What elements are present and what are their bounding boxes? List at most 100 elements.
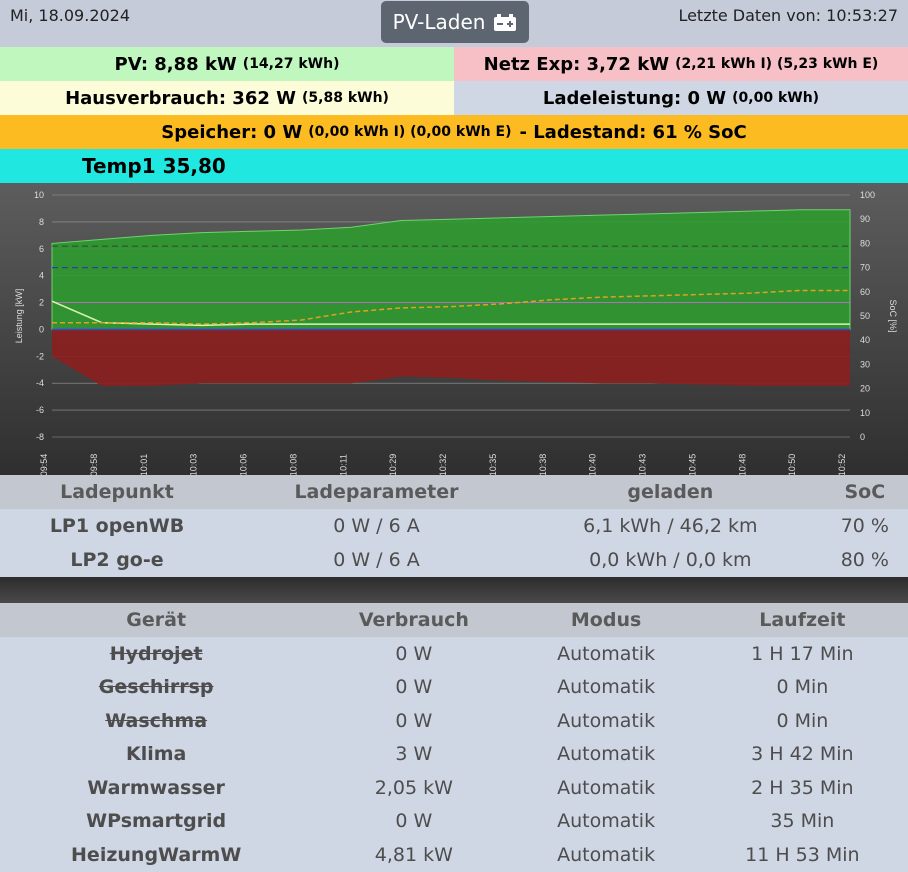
y-tick-label: 10 [34, 190, 44, 200]
storage-row: Speicher: 0 W (0,00 kWh I) (0,00 kWh E) -… [0, 115, 908, 149]
storage-energy: (0,00 kWh I) (0,00 kWh E) [308, 124, 512, 140]
x-tick-label: 09:54 [39, 454, 49, 475]
series-pv-area [51, 209, 851, 330]
last-data-time: Letzte Daten von: 10:53:27 [678, 6, 898, 25]
chargepoint-soc: 80 % [840, 549, 889, 571]
charge-energy: (0,00 kWh) [732, 90, 820, 106]
col-geladen: geladen [518, 475, 822, 509]
table-row[interactable]: Geschirrsp 0 W Automatik 0 Min [0, 671, 908, 705]
device-runtime: 0 Min [776, 676, 829, 699]
device-mode[interactable]: Automatik [515, 771, 696, 805]
col-modus: Modus [515, 603, 697, 637]
chargepoint-header-row: Ladepunkt Ladeparameter geladen SoC [0, 475, 908, 509]
col-ladeparameter: Ladeparameter [234, 475, 519, 509]
y-tick-label: 2 [39, 298, 44, 308]
device-usage: 3 W [395, 743, 433, 766]
chargepoint-param: 0 W / 6 A [333, 515, 420, 537]
device-mode[interactable]: Automatik [515, 838, 696, 872]
grid-export-value: Netz Exp: 3,72 kW [483, 53, 670, 75]
device-mode[interactable]: Automatik [515, 738, 696, 772]
x-tick-label: 10:03 [189, 454, 199, 475]
storage-status: Speicher: 0 W (0,00 kWh I) (0,00 kWh E) -… [0, 115, 908, 149]
y-right-tick-label: 20 [860, 384, 870, 394]
y-right-tick-label: 40 [860, 335, 870, 345]
y-right-tick-label: 100 [860, 190, 875, 200]
device-name[interactable]: Waschma [0, 704, 312, 738]
col-geraet: Gerät [0, 603, 313, 637]
charge-power: Ladeleistung: 0 W (0,00 kWh) [454, 81, 908, 115]
x-tick-label: 10:48 [737, 454, 747, 475]
col-verbrauch: Verbrauch [312, 603, 516, 637]
device-usage: 0 W [395, 810, 433, 833]
y-tick-label: -8 [36, 432, 44, 442]
y-tick-label: -2 [36, 351, 44, 361]
y-right-tick-label: 90 [860, 214, 870, 224]
y-right-tick-label: 10 [860, 408, 870, 418]
device-mode[interactable]: Automatik [515, 805, 696, 839]
table-row[interactable]: LP1 openWB 0 W / 6 A 6,1 kWh / 46,2 km 7… [0, 509, 908, 543]
temp-value: Temp1 35,80 [82, 154, 226, 178]
y-right-tick-label: 0 [860, 432, 865, 442]
device-mode[interactable]: Automatik [515, 704, 696, 738]
table-row[interactable]: Waschma 0 W Automatik 0 Min [0, 704, 908, 738]
device-runtime: 11 H 53 Min [745, 843, 860, 866]
y-right-axis-label: SoC [%] [888, 299, 898, 332]
device-name[interactable]: Hydrojet [0, 637, 312, 671]
x-tick-label: 10:50 [787, 454, 797, 475]
col-ladepunkt: Ladepunkt [0, 475, 234, 509]
device-usage: 0 W [395, 676, 433, 699]
y-right-tick-label: 70 [860, 263, 870, 273]
chargepoint-charged: 6,1 kWh / 46,2 km [583, 515, 758, 537]
house-consumption-value: Hausverbrauch: 362 W [65, 87, 296, 109]
x-tick-label: 10:11 [338, 454, 348, 475]
device-usage: 2,05 kW [374, 776, 453, 799]
pv-laden-button[interactable]: PV-Laden [381, 1, 529, 43]
table-row[interactable]: Hydrojet 0 W Automatik 1 H 17 Min [0, 637, 908, 671]
device-header-row: Gerät Verbrauch Modus Laufzeit [0, 603, 908, 637]
y-right-tick-label: 30 [860, 359, 870, 369]
device-mode[interactable]: Automatik [515, 637, 696, 671]
device-runtime: 0 Min [776, 709, 829, 732]
y-tick-label: 8 [39, 217, 44, 227]
grid-export: Netz Exp: 3,72 kW (2,21 kWh I) (5,23 kWh … [454, 47, 908, 81]
table-row[interactable]: HeizungWarmW 4,81 kW Automatik 11 H 53 Min [0, 838, 908, 872]
chargepoint-soc: 70 % [840, 515, 889, 537]
device-mode[interactable]: Automatik [515, 671, 696, 705]
col-laufzeit: Laufzeit [696, 603, 908, 637]
x-tick-label: 10:38 [538, 454, 548, 475]
chargepoint-name[interactable]: LP1 openWB [0, 509, 234, 543]
current-date: Mi, 18.09.2024 [10, 6, 131, 25]
device-runtime: 3 H 42 Min [751, 743, 854, 766]
chargepoint-name[interactable]: LP2 go-e [0, 543, 234, 577]
chargepoint-param: 0 W / 6 A [333, 549, 420, 571]
device-name[interactable]: HeizungWarmW [0, 838, 312, 872]
device-name[interactable]: Geschirrsp [0, 671, 312, 705]
x-tick-label: 10:35 [488, 454, 498, 475]
temp-row: Temp1 35,80 [0, 149, 908, 183]
device-usage: 0 W [395, 642, 433, 665]
table-row[interactable]: WPsmartgrid 0 W Automatik 35 Min [0, 805, 908, 839]
device-name[interactable]: Klima [0, 738, 312, 772]
status-row-1: PV: 8,88 kW (14,27 kWh) Netz Exp: 3,72 kW… [0, 47, 908, 81]
table-row[interactable]: Warmwasser 2,05 kW Automatik 2 H 35 Min [0, 771, 908, 805]
charge-power-value: Ladeleistung: 0 W [542, 87, 727, 109]
chargepoint-table: Ladepunkt Ladeparameter geladen SoC LP1 … [0, 475, 908, 577]
x-tick-label: 10:43 [638, 454, 648, 475]
table-row[interactable]: Klima 3 W Automatik 3 H 42 Min [0, 738, 908, 772]
y-right-tick-label: 80 [860, 238, 870, 248]
table-row[interactable]: LP2 go-e 0 W / 6 A 0,0 kWh / 0,0 km 80 % [0, 543, 908, 577]
x-tick-label: 10:52 [837, 454, 847, 475]
y-right-tick-label: 60 [860, 287, 870, 297]
x-tick-label: 10:45 [687, 454, 697, 475]
device-name[interactable]: Warmwasser [0, 771, 312, 805]
grid-energy: (2,21 kWh I) (5,23 kWh E) [675, 56, 879, 72]
pv-laden-label: PV-Laden [392, 10, 486, 34]
device-name[interactable]: WPsmartgrid [0, 805, 312, 839]
y-tick-label: 0 [39, 324, 44, 334]
pv-power: PV: 8,88 kW (14,27 kWh) [0, 47, 454, 81]
pv-power-value: PV: 8,88 kW [114, 53, 237, 75]
chargepoint-charged: 0,0 kWh / 0,0 km [589, 549, 752, 571]
section-divider [0, 577, 908, 603]
x-tick-label: 10:06 [239, 454, 249, 475]
device-table: Gerät Verbrauch Modus Laufzeit Hydrojet 0… [0, 603, 908, 872]
